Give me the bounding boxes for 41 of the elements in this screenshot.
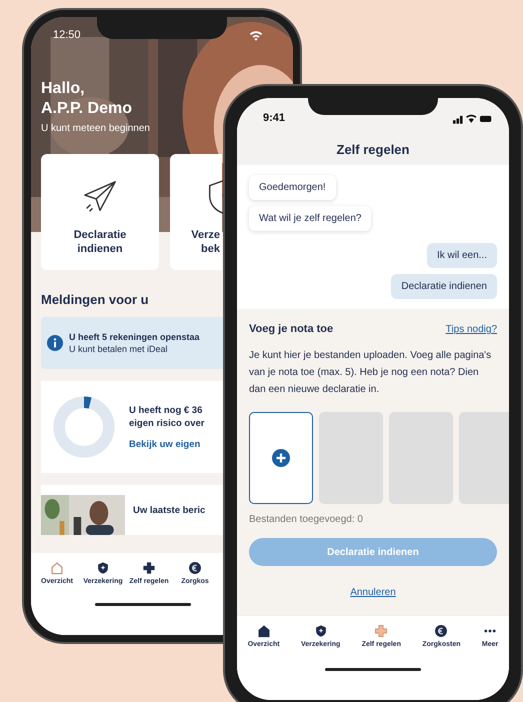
plus-icon	[374, 624, 388, 638]
action-tile[interactable]: Declaratie indienen	[41, 154, 159, 270]
chat-reply[interactable]: Ik wil een...	[426, 243, 497, 268]
status-time: 12:50	[53, 29, 81, 41]
tile-label: Declaratie indienen	[74, 228, 126, 256]
section-heading: Meldingen voor u	[41, 292, 150, 307]
tile-label: Verze bek	[190, 228, 220, 256]
tips-link[interactable]: Tips nodig?	[446, 324, 497, 335]
message-card[interactable]: Uw laatste beric	[41, 485, 223, 535]
greeting: Hallo,	[41, 79, 85, 99]
status-icons	[453, 112, 493, 124]
add-icon	[272, 449, 290, 467]
home-icon	[50, 561, 64, 575]
wifi-icon	[249, 30, 263, 40]
chat-message: Goedemorgen!	[249, 175, 336, 200]
alert-text: U kunt betalen met iDeal	[69, 344, 169, 354]
deductible-meter	[51, 394, 117, 460]
subtitle: U kunt meteen beginnen	[41, 123, 150, 134]
info-icon	[47, 335, 63, 351]
section-heading: Voeg je nota toe	[249, 323, 334, 335]
home-icon	[256, 624, 271, 638]
chat-reply[interactable]: Declaratie indienen	[391, 274, 497, 299]
deductible-text: U heeft nog € 36 eigen risico over	[129, 404, 205, 430]
screen-title: Zelf regelen	[336, 142, 410, 157]
alert-title: U heeft 5 rekeningen openstaa	[69, 332, 200, 342]
message-title: Uw laatste beric	[133, 504, 206, 516]
user-name: A.P.P. Demo	[41, 99, 132, 119]
euro-icon	[188, 561, 202, 575]
shield-icon	[96, 561, 110, 575]
cancel-link[interactable]: Annuleren	[350, 587, 396, 598]
plus-icon	[142, 561, 156, 575]
action-tile[interactable]: Verze bek	[170, 154, 222, 270]
euro-icon	[434, 624, 448, 638]
upload-description: Je kunt hier je bestanden uploaden. Voeg alle pagina's van je nota toe (max. 5). Heb je nog een nota? Dien dan een nieuwe declaratie in.	[249, 349, 492, 397]
shield-icon	[314, 624, 328, 638]
chat-message: Wat wil je zelf regelen?	[249, 206, 372, 231]
status-time: 9:41	[263, 112, 286, 124]
deductible-link[interactable]: Bekijk uw eigen	[129, 438, 205, 450]
files-count: Bestanden toegevoegd: 0	[249, 514, 364, 525]
add-file-slot[interactable]	[249, 412, 313, 504]
alert-banner[interactable]: U heeft 5 rekeningen openstaa U kunt betalen met iDeal	[41, 317, 223, 369]
